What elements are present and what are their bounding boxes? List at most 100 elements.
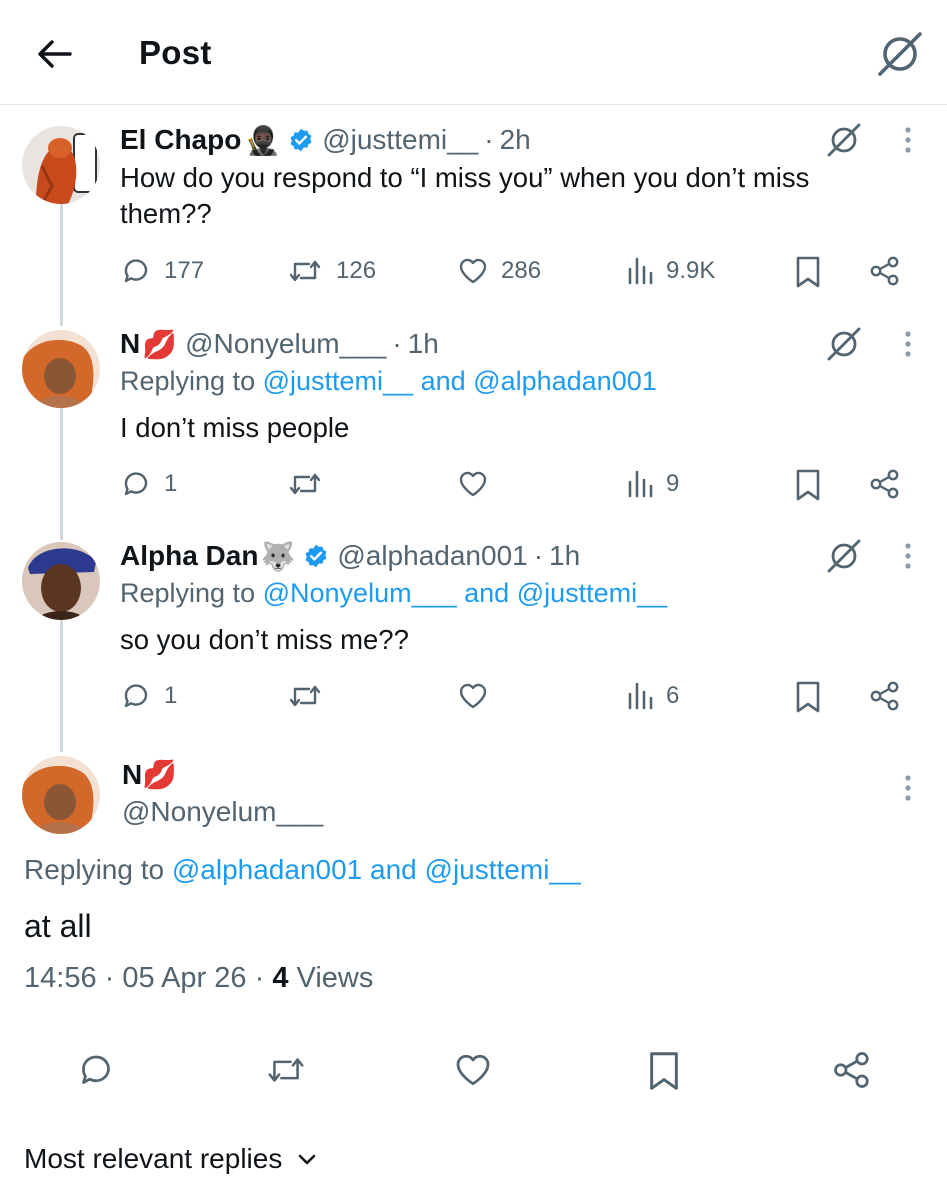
share-icon[interactable] — [869, 680, 901, 712]
views-label[interactable]: Views — [297, 962, 374, 994]
handle[interactable]: @Nonyelum___ — [122, 796, 323, 828]
reply-button[interactable]: 1 — [120, 680, 177, 712]
thread-line — [60, 408, 63, 540]
bookmark-icon[interactable] — [644, 1050, 684, 1090]
mention-link[interactable]: @alphadan001 — [473, 366, 657, 396]
share-icon[interactable] — [869, 255, 901, 287]
repost-button[interactable] — [286, 468, 336, 500]
mention-link[interactable]: @alphadan001 — [172, 854, 362, 885]
repost-count: 126 — [336, 257, 377, 284]
like-count: 286 — [501, 257, 542, 284]
repost-button[interactable] — [286, 680, 336, 712]
avatar[interactable] — [22, 126, 100, 204]
mention-link[interactable]: @Nonyelum___ — [263, 578, 457, 608]
kiss-emoji: 💋 — [142, 328, 178, 360]
post-text: I don’t miss people — [120, 412, 350, 443]
views-icon — [628, 470, 653, 498]
kiss-emoji: 💋 — [142, 759, 178, 790]
heart-icon[interactable] — [453, 1050, 493, 1090]
post-text: at all — [24, 908, 92, 944]
grok-icon[interactable] — [826, 122, 862, 158]
ninja-emoji: 🥷🏿 — [245, 124, 281, 156]
like-button[interactable] — [457, 468, 501, 500]
post-time: 1h — [549, 540, 581, 571]
repost-icon — [289, 685, 321, 707]
avatar[interactable] — [22, 756, 100, 834]
bookmark-icon[interactable] — [793, 468, 823, 502]
replying-to: Replying to @alphadan001 and @justtemi__ — [24, 854, 581, 885]
repost-icon[interactable] — [264, 1050, 308, 1090]
like-button[interactable]: 286 — [457, 255, 541, 287]
views-button[interactable]: 6 — [626, 680, 679, 712]
post-meta: 14:56 · 05 Apr 26 · 4 Views — [24, 962, 374, 994]
post-time: 2h — [499, 124, 531, 155]
wolf-emoji: 🐺 — [260, 540, 296, 572]
grok-icon[interactable] — [826, 538, 862, 574]
repost-icon — [289, 473, 321, 495]
repost-icon — [289, 260, 321, 282]
replying-to: Replying to @justtemi__ and @alphadan001 — [120, 366, 657, 396]
top-bar: Post — [0, 0, 947, 105]
share-icon[interactable] — [832, 1050, 872, 1090]
post-header: Alpha Dan 🐺 @alphadan001 · 1h — [120, 540, 581, 572]
mention-link[interactable]: @justtemi__ — [517, 578, 667, 608]
display-name[interactable]: N — [120, 328, 140, 360]
post-header: El Chapo 🥷🏿 @justtemi__ · 2h — [120, 124, 531, 156]
heart-icon — [459, 258, 487, 284]
page-title: Post — [139, 34, 212, 71]
post-time: 1h — [407, 328, 439, 359]
verified-badge-icon — [303, 543, 329, 569]
thread-line — [60, 204, 63, 326]
display-name[interactable]: El Chapo — [120, 124, 241, 156]
share-icon[interactable] — [869, 468, 901, 500]
reply-icon[interactable] — [76, 1050, 116, 1090]
repost-button[interactable]: 126 — [286, 255, 376, 287]
reply-count: 1 — [164, 470, 178, 497]
back-arrow-icon[interactable] — [30, 30, 78, 78]
display-name[interactable]: N — [122, 759, 142, 790]
reply-icon — [124, 259, 148, 283]
post-header: N 💋 @Nonyelum___ · 1h — [120, 328, 439, 360]
grok-icon[interactable] — [826, 326, 862, 362]
verified-badge-icon — [288, 127, 314, 153]
views-count: 9 — [666, 470, 680, 497]
views-button[interactable]: 9 — [626, 468, 679, 500]
reply-count: 177 — [164, 257, 205, 284]
more-options-icon[interactable] — [896, 770, 920, 806]
heart-icon — [459, 683, 487, 709]
reply-sort-dropdown[interactable]: Most relevant replies — [24, 1143, 318, 1175]
post-text: How do you respond to “I miss you” when … — [120, 162, 810, 229]
more-options-icon[interactable] — [896, 326, 920, 362]
post-time: 14:56 — [24, 962, 97, 994]
bookmark-icon[interactable] — [793, 680, 823, 714]
handle[interactable]: @alphadan001 — [337, 540, 527, 572]
like-button[interactable] — [457, 680, 501, 712]
sort-label: Most relevant replies — [24, 1143, 283, 1174]
mention-link[interactable]: @justtemi__ — [263, 366, 413, 396]
views-count: 6 — [666, 682, 680, 709]
avatar[interactable] — [22, 330, 100, 408]
replying-to: Replying to @Nonyelum___ and @justtemi__ — [120, 578, 668, 608]
chevron-down-icon — [296, 1148, 318, 1170]
reply-button[interactable]: 1 — [120, 468, 177, 500]
reply-count: 1 — [164, 682, 178, 709]
heart-icon — [459, 471, 487, 497]
handle[interactable]: @justtemi__ — [322, 124, 478, 156]
post-text: so you don’t miss me?? — [120, 624, 409, 655]
views-button[interactable]: 9.9K — [626, 255, 715, 287]
display-name[interactable]: Alpha Dan — [120, 540, 258, 572]
handle[interactable]: @Nonyelum___ — [185, 328, 386, 360]
reply-icon — [124, 684, 148, 708]
bookmark-icon[interactable] — [793, 255, 823, 289]
more-options-icon[interactable] — [896, 538, 920, 574]
avatar[interactable] — [22, 542, 100, 620]
mention-link[interactable]: @justtemi__ — [425, 854, 581, 885]
views-count: 4 — [272, 962, 289, 994]
views-count: 9.9K — [666, 257, 716, 284]
more-options-icon[interactable] — [896, 122, 920, 158]
grok-icon[interactable] — [876, 30, 924, 78]
views-icon — [628, 682, 653, 710]
views-icon — [628, 257, 653, 285]
reply-button[interactable]: 177 — [120, 255, 204, 287]
thread-line — [60, 620, 63, 752]
